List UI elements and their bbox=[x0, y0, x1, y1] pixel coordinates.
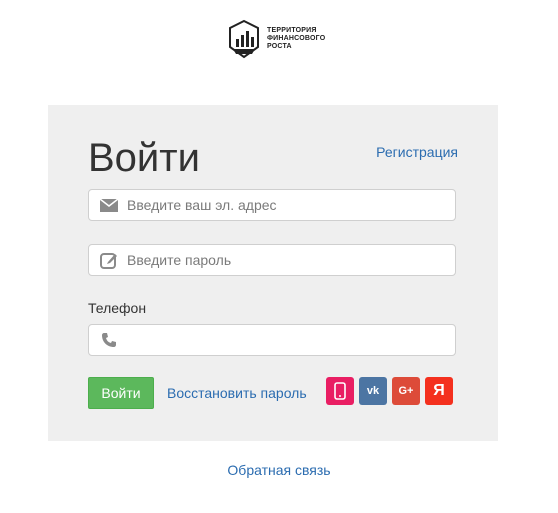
feedback-link[interactable]: Обратная связь bbox=[0, 462, 558, 478]
social-vk-button[interactable]: vk bbox=[359, 377, 387, 405]
brand-line-2: ФИНАНСОВОГО bbox=[267, 35, 326, 42]
brand-emblem-icon bbox=[229, 19, 259, 59]
brand-logo[interactable]: ТЕРРИТОРИЯ ФИНАНСОВОГО РОСТА bbox=[226, 18, 336, 60]
vk-icon: vk bbox=[366, 385, 380, 397]
yandex-icon: Я bbox=[433, 382, 445, 399]
phone-icon bbox=[99, 330, 119, 350]
register-link[interactable]: Регистрация bbox=[376, 144, 458, 160]
email-input[interactable] bbox=[125, 196, 449, 214]
phone-input[interactable] bbox=[125, 331, 449, 349]
restore-password-link[interactable]: Восстановить пароль bbox=[167, 385, 307, 401]
social-google-button[interactable]: G+ bbox=[392, 377, 420, 405]
phone-label: Телефон bbox=[88, 300, 147, 316]
social-yandex-button[interactable]: Я bbox=[425, 377, 453, 405]
google-plus-icon: G+ bbox=[398, 385, 414, 397]
social-phone-button[interactable] bbox=[326, 377, 354, 405]
email-field[interactable] bbox=[88, 189, 456, 221]
mobile-phone-icon bbox=[334, 382, 346, 400]
password-input[interactable] bbox=[125, 251, 449, 269]
brand-line-3: РОСТА bbox=[267, 43, 292, 50]
brand-name: ТЕРРИТОРИЯ ФИНАНСОВОГО РОСТА bbox=[267, 27, 325, 51]
password-field[interactable] bbox=[88, 244, 456, 276]
edit-icon bbox=[99, 250, 119, 270]
envelope-icon bbox=[99, 195, 119, 215]
login-button[interactable]: Войти bbox=[88, 377, 154, 409]
brand-line-1: ТЕРРИТОРИЯ bbox=[267, 27, 317, 34]
login-panel: Войти Регистрация Телефон Войти Восст bbox=[48, 105, 498, 441]
phone-field[interactable] bbox=[88, 324, 456, 356]
login-title: Войти bbox=[88, 136, 200, 180]
